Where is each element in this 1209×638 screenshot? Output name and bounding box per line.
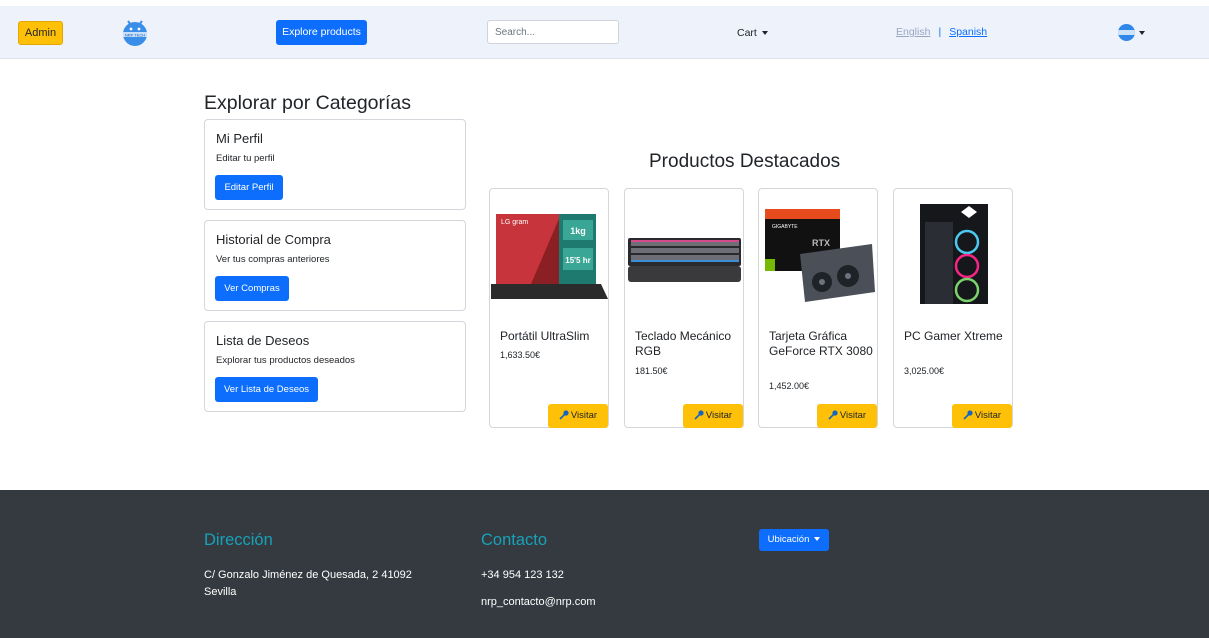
keyboard-image	[628, 238, 741, 282]
footer-contact-title: Contacto	[481, 531, 548, 549]
footer-phone: +34 954 123 132	[481, 569, 564, 581]
product-card: Teclado Mecánico RGB 181.50€ Visitar	[624, 188, 744, 428]
chevron-down-icon	[814, 537, 821, 542]
key-icon	[559, 410, 569, 421]
location-dropdown-button[interactable]: Ubicación	[759, 529, 829, 551]
card-description: Explorar tus productos deseados	[216, 355, 355, 366]
user-avatar-icon	[1118, 24, 1135, 42]
search-input[interactable]	[487, 20, 619, 44]
card-mi-perfil: Mi Perfil Editar tu perfil Editar Perfil	[204, 119, 466, 210]
product-name: Teclado Mecánico RGB	[635, 329, 732, 358]
admin-button[interactable]: Admin	[18, 21, 63, 45]
product-price: 3,025.00€	[904, 366, 945, 376]
card-title: Mi Perfil	[216, 131, 263, 146]
pc-tower-image	[920, 204, 988, 304]
card-historial-compra: Historial de Compra Ver tus compras ante…	[204, 220, 466, 311]
lang-separator: |	[938, 26, 942, 38]
laptop-image: 1kg 15'5 hr LG gram	[491, 214, 608, 299]
visit-label: Visitar	[705, 410, 733, 421]
card-title: Lista de Deseos	[216, 333, 310, 348]
explore-products-button[interactable]: Explore products	[276, 20, 367, 45]
chevron-down-icon	[1139, 30, 1145, 35]
product-price: 181.50€	[635, 366, 668, 376]
product-card: PC Gamer Xtreme 3,025.00€ Visitar	[893, 188, 1013, 428]
card-title: Historial de Compra	[216, 232, 331, 247]
cart-label: Cart	[737, 27, 757, 39]
footer	[0, 490, 1209, 638]
key-icon	[963, 410, 973, 421]
key-icon	[828, 410, 838, 421]
product-price: 1,452.00€	[769, 381, 810, 391]
card-description: Ver tus compras anteriores	[216, 254, 330, 265]
visit-button[interactable]: Visitar	[817, 404, 877, 428]
featured-products-title: Productos Destacados	[649, 151, 841, 172]
logo-text: NRP TECH	[125, 33, 145, 38]
gpu-badge: RTX	[812, 238, 830, 248]
product-card: GIGABYTE RTX Tarjeta Gráfica GeForce RTX…	[758, 188, 878, 428]
footer-email[interactable]: nrp_contacto@nrp.com	[481, 594, 596, 611]
categories-title: Explorar por Categorías	[204, 92, 412, 114]
visit-button[interactable]: Visitar	[952, 404, 1012, 428]
footer-address-line1: C/ Gonzalo Jiménez de Quesada, 2 41092	[204, 569, 412, 581]
visit-label: Visitar	[974, 410, 1002, 421]
laptop-badge-weight: 1kg	[570, 226, 586, 236]
user-menu-dropdown[interactable]	[1118, 24, 1145, 42]
edit-profile-button[interactable]: Editar Perfil	[215, 175, 283, 200]
location-label: Ubicación	[767, 534, 810, 545]
language-switcher: English | Spanish	[896, 26, 987, 38]
cart-dropdown[interactable]: Cart	[737, 27, 768, 39]
lang-english-link[interactable]: English	[896, 26, 930, 38]
chevron-down-icon	[761, 31, 768, 36]
footer-address-line2: Sevilla	[204, 586, 237, 598]
gpu-brand: GIGABYTE	[772, 224, 798, 230]
product-name: PC Gamer Xtreme	[904, 329, 1003, 343]
key-icon	[694, 410, 704, 421]
view-purchases-button[interactable]: Ver Compras	[215, 276, 289, 301]
visit-button[interactable]: Visitar	[548, 404, 608, 428]
visit-label: Visitar	[839, 410, 867, 421]
product-name: Tarjeta Gráfica GeForce RTX 3080	[769, 329, 873, 358]
gpu-image: GIGABYTE RTX	[765, 209, 875, 302]
visit-button[interactable]: Visitar	[683, 404, 743, 428]
product-card: 1kg 15'5 hr LG gram Portátil UltraSlim 1…	[489, 188, 609, 428]
laptop-badge-battery: 15'5 hr	[565, 256, 590, 265]
laptop-brand: LG gram	[501, 219, 528, 226]
product-name: Portátil UltraSlim	[500, 329, 590, 343]
logo[interactable]: NRP TECH	[118, 16, 152, 50]
card-lista-deseos: Lista de Deseos Explorar tus productos d…	[204, 321, 466, 412]
footer-address-title: Dirección	[204, 531, 273, 549]
view-wishlist-button[interactable]: Ver Lista de Deseos	[215, 377, 318, 402]
lang-spanish-link[interactable]: Spanish	[949, 26, 987, 38]
card-description: Editar tu perfil	[216, 153, 275, 164]
visit-label: Visitar	[570, 410, 598, 421]
product-price: 1,633.50€	[500, 350, 541, 360]
